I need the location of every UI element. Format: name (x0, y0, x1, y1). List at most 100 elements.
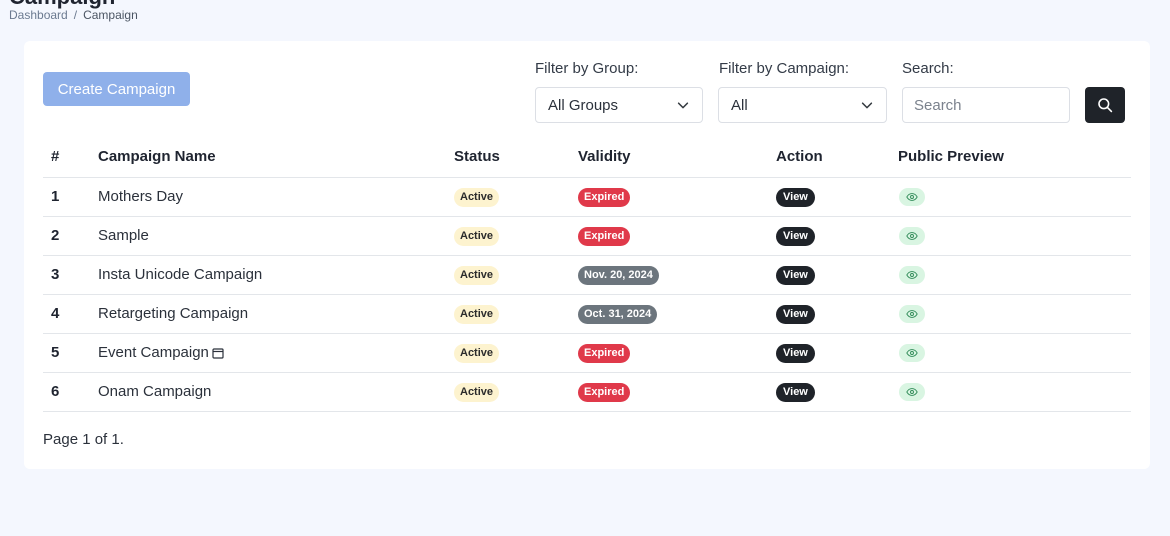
validity-badge: Expired (578, 226, 631, 246)
action-cell: View (776, 255, 898, 295)
filter-campaign-select[interactable]: All (718, 87, 887, 123)
validity-cell: Nov. 20, 2024 (578, 255, 776, 295)
validity-cell: Expired (578, 177, 776, 217)
public-preview-button[interactable] (899, 304, 925, 323)
view-button[interactable]: View (776, 382, 815, 402)
status-badge: Active (454, 265, 500, 285)
filter-group-label: Filter by Group: (535, 60, 639, 77)
campaign-name: Mothers Day (98, 188, 184, 205)
validity-badge: Expired (578, 187, 631, 207)
eye-icon (906, 309, 918, 318)
eye-icon (906, 348, 918, 357)
campaign-name: Onam Campaign (98, 383, 212, 400)
row-number: 6 (43, 372, 98, 412)
eye-icon (906, 387, 918, 396)
public-preview-cell (898, 255, 1131, 295)
eye-icon (906, 231, 918, 240)
public-preview-button[interactable] (899, 226, 925, 245)
calendar-icon (212, 348, 224, 359)
validity-badge: Oct. 31, 2024 (578, 304, 658, 324)
status-cell: Active (454, 333, 578, 373)
table-header-row: # Campaign Name Status Validity Action P… (43, 137, 1131, 178)
table-row: 3 Insta Unicode Campaign Active Nov. 20, 20… (43, 255, 1131, 295)
campaign-name-cell: Retargeting Campaign (98, 294, 454, 334)
validity-cell: Expired (578, 216, 776, 256)
create-campaign-button[interactable]: Create Campaign (43, 72, 190, 106)
table-row: 2 Sample Active Expired View (43, 216, 1131, 256)
table-row: 1 Mothers Day Active Expired View (43, 177, 1131, 217)
campaign-name-cell: Insta Unicode Campaign (98, 255, 454, 295)
public-preview-cell (898, 372, 1131, 412)
validity-cell: Expired (578, 372, 776, 412)
col-header-validity: Validity (578, 137, 776, 178)
validity-badge: Expired (578, 382, 631, 402)
campaign-name: Insta Unicode Campaign (98, 266, 263, 283)
validity-badge: Nov. 20, 2024 (578, 265, 659, 285)
action-cell: View (776, 177, 898, 217)
public-preview-cell (898, 177, 1131, 217)
row-number: 4 (43, 294, 98, 334)
public-preview-cell (898, 294, 1131, 334)
breadcrumb-current: Campaign (83, 8, 138, 22)
public-preview-button[interactable] (899, 265, 925, 284)
status-cell: Active (454, 372, 578, 412)
public-preview-cell (898, 216, 1131, 256)
table-row: 5 Event Campaign Active Expired View (43, 333, 1131, 373)
action-cell: View (776, 216, 898, 256)
col-header-campaign-name: Campaign Name (98, 137, 454, 178)
search-icon (1098, 98, 1113, 113)
public-preview-button[interactable] (899, 187, 925, 206)
campaign-table: # Campaign Name Status Validity Action P… (43, 137, 1131, 412)
view-button[interactable]: View (776, 187, 815, 207)
status-cell: Active (454, 255, 578, 295)
row-number: 5 (43, 333, 98, 373)
col-header-status: Status (454, 137, 578, 178)
validity-cell: Expired (578, 333, 776, 373)
eye-icon (906, 270, 918, 279)
view-button[interactable]: View (776, 304, 815, 324)
status-cell: Active (454, 294, 578, 334)
status-badge: Active (454, 343, 500, 363)
breadcrumb: Dashboard / Campaign (9, 8, 138, 22)
row-number: 3 (43, 255, 98, 295)
view-button[interactable]: View (776, 265, 815, 285)
status-badge: Active (454, 304, 500, 324)
status-cell: Active (454, 216, 578, 256)
view-button[interactable]: View (776, 343, 815, 363)
pagination-info: Page 1 of 1. (43, 431, 124, 448)
search-button[interactable] (1085, 87, 1125, 123)
campaign-name: Event Campaign (98, 344, 209, 361)
row-number: 2 (43, 216, 98, 256)
campaign-name: Sample (98, 227, 149, 244)
action-cell: View (776, 333, 898, 373)
chevron-down-icon (677, 102, 689, 109)
chevron-down-icon (861, 102, 873, 109)
action-cell: View (776, 372, 898, 412)
search-input[interactable] (902, 87, 1070, 123)
public-preview-cell (898, 333, 1131, 373)
breadcrumb-separator: / (73, 8, 78, 22)
action-cell: View (776, 294, 898, 334)
view-button[interactable]: View (776, 226, 815, 246)
col-header-number: # (43, 137, 98, 178)
table-row: 4 Retargeting Campaign Active Oct. 31, 2024… (43, 294, 1131, 334)
validity-badge: Expired (578, 343, 631, 363)
status-cell: Active (454, 177, 578, 217)
campaign-name-cell: Onam Campaign (98, 372, 454, 412)
campaign-name-cell: Event Campaign (98, 333, 454, 373)
campaign-card: Create Campaign Filter by Group: All Gro… (24, 41, 1150, 469)
table-row: 6 Onam Campaign Active Expired View (43, 372, 1131, 412)
status-badge: Active (454, 382, 500, 402)
row-number: 1 (43, 177, 98, 217)
col-header-action: Action (776, 137, 898, 178)
public-preview-button[interactable] (899, 343, 925, 362)
filter-campaign-value: All (731, 96, 748, 114)
public-preview-button[interactable] (899, 382, 925, 401)
status-badge: Active (454, 187, 500, 207)
search-label: Search: (902, 60, 954, 77)
breadcrumb-dashboard-link[interactable]: Dashboard (9, 8, 68, 22)
filter-group-select[interactable]: All Groups (535, 87, 703, 123)
filter-campaign-label: Filter by Campaign: (719, 60, 850, 77)
status-badge: Active (454, 226, 500, 246)
campaign-name: Retargeting Campaign (98, 305, 249, 322)
